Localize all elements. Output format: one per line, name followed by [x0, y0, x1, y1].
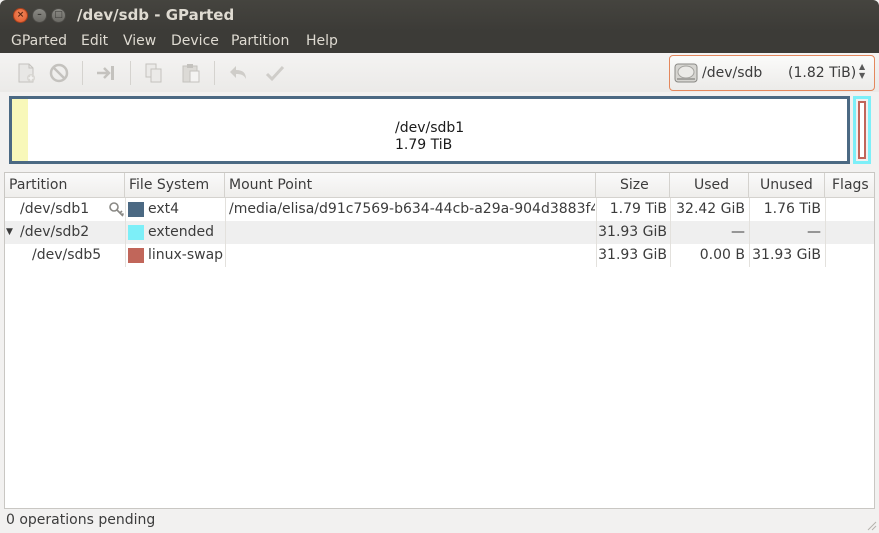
resize-move-button[interactable] [93, 60, 119, 86]
apply-button[interactable] [262, 60, 288, 86]
partition-size: 31.93 GiB [598, 224, 667, 240]
disk-map-partition-sdb1[interactable]: /dev/sdb1 1.79 TiB [9, 96, 850, 164]
gparted-window: × – □ /dev/sdb - GParted GParted Edit Vi… [0, 0, 879, 533]
undo-button[interactable] [225, 60, 251, 86]
table-row[interactable]: /dev/sdb1 ext4 /media/elisa/d91c7569-b63… [5, 198, 874, 221]
column-divider [225, 198, 226, 267]
close-icon: × [16, 10, 25, 20]
toolbar: /dev/sdb (1.82 TiB) ▲ ▼ [0, 53, 879, 92]
toolbar-separator [130, 61, 131, 85]
partition-unused: 31.93 GiB [752, 247, 821, 263]
column-header-flags[interactable]: Flags [825, 173, 874, 197]
collapse-arrow-icon[interactable]: ▼ [6, 221, 13, 244]
menu-partition[interactable]: Partition [231, 33, 289, 49]
table-header: Partition File System Mount Point Size U… [5, 173, 874, 198]
menu-edit[interactable]: Edit [81, 33, 108, 49]
toolbar-separator [82, 61, 83, 85]
menu-device[interactable]: Device [171, 33, 219, 49]
partition-size: 31.93 GiB [598, 247, 667, 263]
resize-grip-icon[interactable] [865, 519, 877, 531]
partition-name: /dev/sdb5 [32, 247, 102, 263]
disk-map-partition-size: 1.79 TiB [395, 137, 453, 153]
device-selector[interactable]: /dev/sdb (1.82 TiB) ▲ ▼ [669, 55, 875, 91]
mount-point: /media/elisa/d91c7569-b634-44cb-a29a-904… [229, 201, 595, 217]
window-title: /dev/sdb - GParted [77, 6, 235, 24]
column-header-used[interactable]: Used [670, 173, 749, 197]
hard-disk-icon [674, 63, 698, 83]
key-icon [109, 202, 125, 217]
partition-flags [829, 198, 873, 221]
resize-move-icon [97, 66, 114, 80]
column-header-partition[interactable]: Partition [5, 173, 125, 197]
new-partition-button[interactable] [13, 60, 39, 86]
delete-icon [49, 63, 69, 83]
partition-used: 0.00 B [699, 247, 745, 263]
copy-icon [145, 63, 162, 83]
undo-icon [230, 66, 246, 79]
paste-button[interactable] [178, 60, 204, 86]
partition-used: 32.42 GiB [676, 201, 745, 217]
apply-icon [265, 65, 285, 82]
menu-gparted[interactable]: GParted [11, 33, 67, 49]
column-divider [825, 198, 826, 267]
table-row[interactable]: ▼ /dev/sdb2 extended 31.93 GiB — — [5, 221, 874, 244]
partition-used: — [731, 224, 745, 240]
file-system-color-swatch [128, 225, 144, 240]
minimize-icon: – [37, 10, 42, 20]
disk-map-partition-extended[interactable] [853, 96, 871, 164]
disk-map-partition-name: /dev/sdb1 [395, 120, 465, 136]
disk-map-partition-swap[interactable] [858, 101, 866, 159]
menu-view[interactable]: View [123, 33, 156, 49]
used-space-bar [12, 99, 28, 161]
device-name: /dev/sdb [702, 65, 763, 81]
maximize-icon: □ [54, 10, 63, 20]
mount-point [229, 244, 595, 267]
status-bar: 0 operations pending [0, 509, 879, 533]
menu-bar: GParted Edit View Device Partition Help [0, 31, 879, 53]
partition-flags [829, 221, 873, 244]
operations-pending-status: 0 operations pending [6, 512, 156, 528]
copy-button[interactable] [141, 60, 167, 86]
maximize-window-button[interactable]: □ [51, 8, 66, 23]
partition-name: /dev/sdb1 [20, 201, 90, 217]
minimize-window-button[interactable]: – [32, 8, 47, 23]
partition-name: /dev/sdb2 [20, 224, 90, 240]
column-header-unused[interactable]: Unused [749, 173, 825, 197]
column-divider [596, 198, 597, 267]
partition-unused: — [807, 224, 821, 240]
partition-unused: 1.76 TiB [763, 201, 821, 217]
column-divider [670, 198, 671, 267]
paste-icon [182, 64, 200, 83]
title-bar: × – □ /dev/sdb - GParted [0, 0, 879, 31]
device-size: (1.82 TiB) [788, 65, 857, 81]
file-system: ext4 [148, 201, 180, 217]
menu-help[interactable]: Help [306, 33, 338, 49]
disk-map: /dev/sdb1 1.79 TiB [0, 92, 879, 172]
close-window-button[interactable]: × [13, 8, 28, 23]
toolbar-separator [214, 61, 215, 85]
disk-map-label: /dev/sdb1 1.79 TiB [395, 120, 464, 154]
partition-flags [829, 244, 873, 267]
file-system: linux-swap [148, 247, 224, 263]
column-divider [749, 198, 750, 267]
file-system: extended [148, 224, 215, 240]
mount-point [229, 221, 595, 244]
column-header-file-system[interactable]: File System [125, 173, 225, 197]
column-header-mount-point[interactable]: Mount Point [225, 173, 596, 197]
column-divider [125, 198, 126, 267]
partition-table: Partition File System Mount Point Size U… [4, 172, 875, 509]
partition-size: 1.79 TiB [609, 201, 667, 217]
file-system-color-swatch [128, 202, 144, 217]
file-system-color-swatch [128, 248, 144, 263]
spin-arrows-icon: ▲ ▼ [859, 62, 866, 80]
new-partition-icon [18, 63, 35, 83]
column-header-size[interactable]: Size [596, 173, 670, 197]
table-row[interactable]: /dev/sdb5 linux-swap 31.93 GiB 0.00 B 31… [5, 244, 874, 267]
delete-partition-button[interactable] [46, 60, 72, 86]
